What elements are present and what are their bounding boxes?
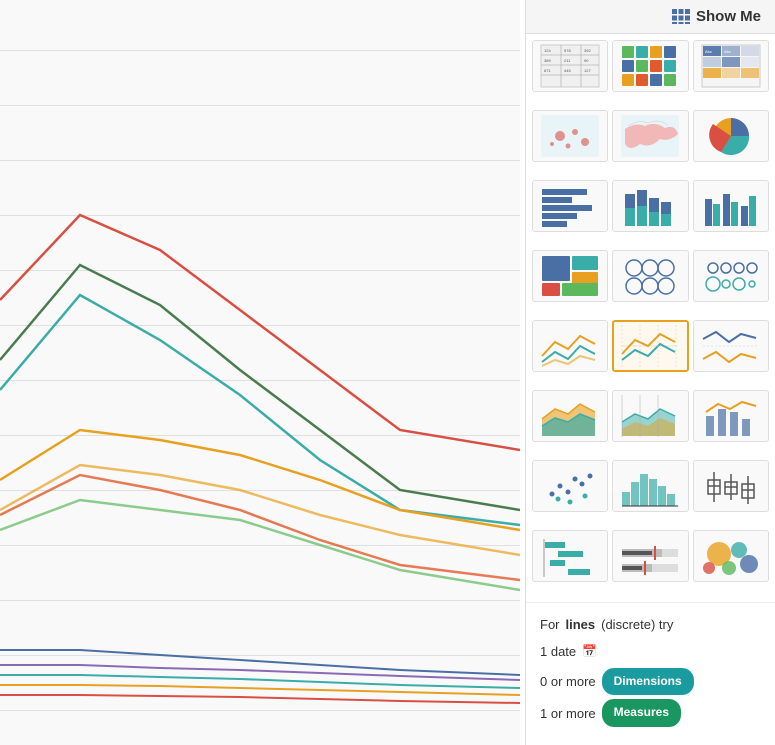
chart-thumb-side-by-side-bars[interactable] <box>693 180 769 232</box>
show-me-title: Show Me <box>696 8 761 25</box>
chart-thumb-stacked-bars[interactable] <box>612 180 688 232</box>
chart-thumb-area-chart[interactable] <box>532 390 608 442</box>
chart-thumb-histogram[interactable] <box>612 460 688 512</box>
dimensions-badge[interactable]: Dimensions <box>602 668 694 696</box>
chart-thumb-horizontal-bars[interactable] <box>532 180 608 232</box>
chart-thumb-side-by-side-circles[interactable] <box>693 250 769 302</box>
footer-date-row: 1 date 📅 <box>540 640 761 663</box>
chart-thumb-discrete-area[interactable] <box>612 390 688 442</box>
svg-text:Abc: Abc <box>724 49 731 54</box>
chart-thumb-box-whisker[interactable] <box>693 460 769 512</box>
chart-thumb-heat-map[interactable] <box>612 40 688 92</box>
footer-measures-row: 1 or more Measures <box>540 699 761 727</box>
for-label: For <box>540 613 560 636</box>
chart-thumb-discrete-lines[interactable] <box>612 320 688 372</box>
svg-text:Abc: Abc <box>705 49 712 54</box>
chart-svg <box>0 0 520 745</box>
chart-thumb-circle-view[interactable] <box>612 250 688 302</box>
chart-thumb-bullet[interactable] <box>612 530 688 582</box>
show-me-panel: Show Me 124 578 392 389 211 90 671 445 1… <box>525 0 775 745</box>
svg-text:90: 90 <box>584 58 589 63</box>
svg-text:124: 124 <box>544 48 551 53</box>
one-or-more-label: 1 or more <box>540 702 596 725</box>
footer-dimensions-row: 0 or more Dimensions <box>540 668 761 696</box>
chart-thumb-filled-map[interactable] <box>612 110 688 162</box>
show-me-header[interactable]: Show Me <box>526 0 775 34</box>
chart-thumb-gantt-bar[interactable] <box>532 530 608 582</box>
chart-thumb-symbol-map[interactable] <box>532 110 608 162</box>
chart-thumb-packed-bubbles[interactable] <box>693 530 769 582</box>
date-label: 1 date <box>540 640 576 663</box>
svg-text:127: 127 <box>584 68 591 73</box>
measures-badge[interactable]: Measures <box>602 699 681 727</box>
chart-thumb-continuous-lines[interactable] <box>532 320 608 372</box>
chart-thumb-scatter-plot[interactable] <box>532 460 608 512</box>
svg-text:578: 578 <box>564 48 571 53</box>
chart-thumb-treemap[interactable] <box>532 250 608 302</box>
show-me-icon <box>672 9 690 25</box>
show-me-footer: For lines (discrete) try 1 date 📅 0 or m… <box>526 602 775 745</box>
chart-thumb-text-table[interactable]: 124 578 392 389 211 90 671 445 127 <box>532 40 608 92</box>
chart-thumb-dual-lines[interactable] <box>693 320 769 372</box>
svg-text:211: 211 <box>564 58 571 63</box>
svg-text:445: 445 <box>564 68 571 73</box>
zero-or-more-label: 0 or more <box>540 670 596 693</box>
footer-description-row: For lines (discrete) try <box>540 613 761 636</box>
svg-text:392: 392 <box>584 48 591 53</box>
svg-text:389: 389 <box>544 58 551 63</box>
chart-area <box>0 0 520 745</box>
chart-type-detail: (discrete) try <box>601 613 673 636</box>
chart-thumb-highlight-table[interactable]: Abc Abc <box>693 40 769 92</box>
svg-text:671: 671 <box>544 68 551 73</box>
calendar-icon: 📅 <box>582 641 597 663</box>
chart-type-name: lines <box>566 613 596 636</box>
chart-type-grid: 124 578 392 389 211 90 671 445 127 <box>526 34 775 602</box>
chart-thumb-dual-combination[interactable] <box>693 390 769 442</box>
chart-thumb-pie-chart[interactable] <box>693 110 769 162</box>
